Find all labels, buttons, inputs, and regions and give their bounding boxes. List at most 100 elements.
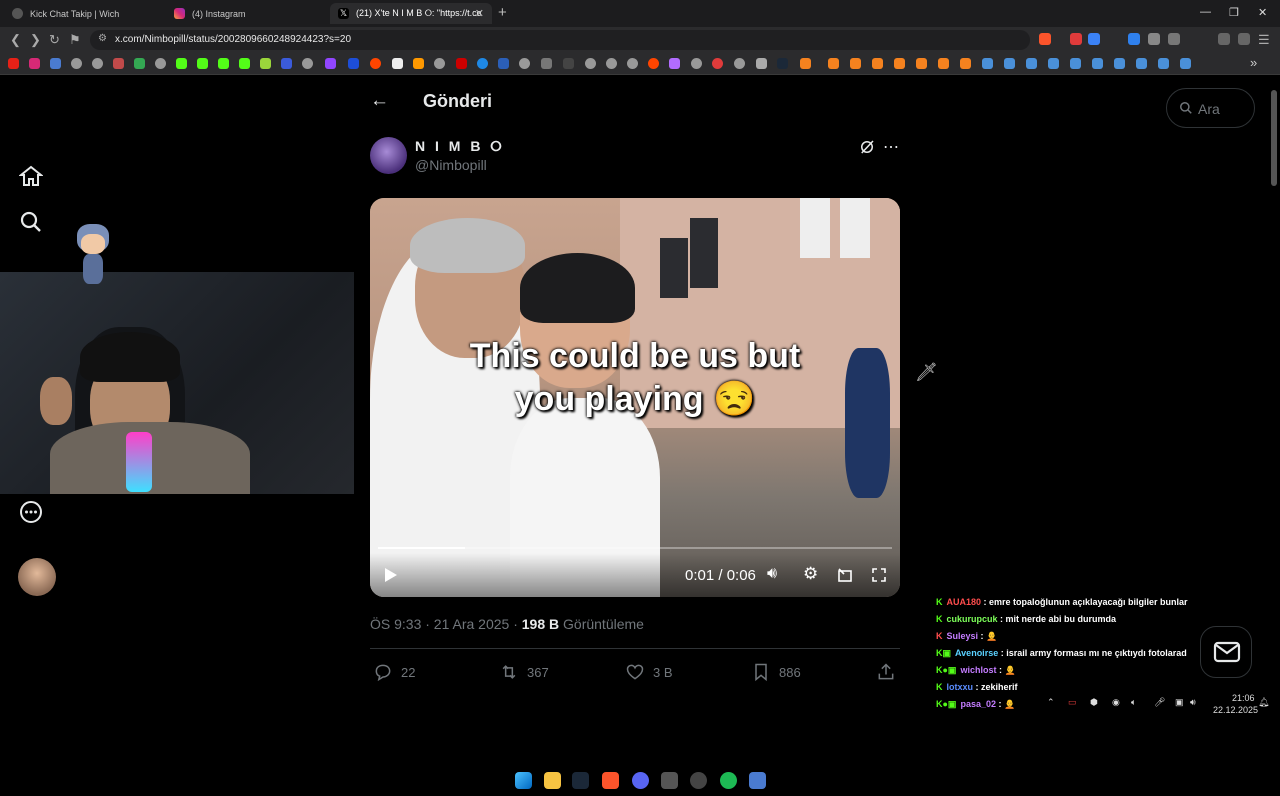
site-settings-icon[interactable]: ⚙ [98, 33, 107, 44]
bookmark-icon[interactable] [519, 58, 530, 69]
bookmark-icon[interactable] [456, 58, 467, 69]
steam-bookmark-icon[interactable] [1026, 58, 1037, 69]
bookmark-icon[interactable] [585, 58, 596, 69]
close-window-icon[interactable]: ✕ [1258, 6, 1267, 19]
messages-button[interactable] [1200, 626, 1252, 678]
bookmark-icon[interactable] [50, 58, 61, 69]
twitch-bookmark-icon[interactable] [325, 58, 336, 69]
bookmark-icon[interactable] [281, 58, 292, 69]
video-progress-track[interactable] [378, 547, 892, 549]
address-bar[interactable]: ⚙ x.com/Nimbopill/status/200280966024892… [90, 30, 1030, 50]
bookmark-icon[interactable] [392, 58, 403, 69]
steam-bookmark-icon[interactable] [1158, 58, 1169, 69]
tray-app-icon[interactable]: ⬢ [1090, 697, 1098, 708]
instagram-bookmark-icon[interactable] [29, 58, 40, 69]
tray-volume-icon[interactable]: 🔈︎ [1131, 697, 1136, 708]
reload-icon[interactable]: ↻ [49, 32, 60, 48]
author-handle[interactable]: @Nimbopill [415, 157, 487, 173]
maximize-icon[interactable]: ❐ [1229, 6, 1239, 19]
bookmark-icon[interactable] [938, 58, 949, 69]
bookmark-icon[interactable] [71, 58, 82, 69]
explore-search-icon[interactable] [19, 210, 43, 234]
bookmark-icon[interactable] [155, 58, 166, 69]
volume-icon[interactable]: 🔊︎ [767, 565, 777, 583]
app-taskbar-icon[interactable] [690, 772, 707, 789]
brave-taskbar-icon[interactable] [602, 772, 619, 789]
more-menu-icon[interactable]: ⋯ [883, 137, 899, 157]
app-taskbar-icon[interactable] [749, 772, 766, 789]
bookmark-icon[interactable] [434, 58, 445, 69]
bookmark-icon[interactable] [92, 58, 103, 69]
play-icon[interactable] [384, 567, 398, 583]
bookmark-icon[interactable] [302, 58, 313, 69]
bookmark-icon[interactable] [734, 58, 745, 69]
tab-instagram[interactable]: (4) Instagram [166, 3, 328, 24]
picture-in-picture-icon[interactable] [837, 567, 853, 583]
bookmark-icon[interactable] [669, 58, 680, 69]
bookmark-icon[interactable] [872, 58, 883, 69]
amazon-bookmark-icon[interactable] [413, 58, 424, 69]
notifications-icon[interactable]: 🔔︎ [1258, 697, 1269, 708]
bookmark-icon[interactable] [627, 58, 638, 69]
media-icon[interactable] [1238, 33, 1250, 45]
page-scrollbar[interactable] [1271, 90, 1277, 186]
kick-bookmark-icon[interactable] [176, 58, 187, 69]
steam-bookmark-icon[interactable] [1004, 58, 1015, 69]
steam-bookmark-icon[interactable] [1114, 58, 1125, 69]
back-arrow-icon[interactable]: ← [370, 90, 389, 112]
reddit-bookmark-icon[interactable] [648, 58, 659, 69]
kick-bookmark-icon[interactable] [239, 58, 250, 69]
file-explorer-icon[interactable] [544, 772, 561, 789]
reply-button[interactable]: 22 [373, 662, 415, 682]
bookmark-icon[interactable] [960, 58, 971, 69]
author-avatar[interactable] [370, 137, 407, 174]
downloads-icon[interactable] [1218, 33, 1230, 45]
bookmark-icon[interactable] [712, 58, 723, 69]
steam-bookmark-icon[interactable] [1048, 58, 1059, 69]
steam-bookmark-icon[interactable] [1092, 58, 1103, 69]
post-timestamp[interactable]: ÖS 9:33 · 21 Ara 2025 · [370, 616, 522, 632]
steam-bookmark-icon[interactable] [1070, 58, 1081, 69]
settings-gear-icon[interactable]: ⚙ [803, 564, 818, 584]
more-bookmarks-icon[interactable]: » [1250, 55, 1257, 70]
bookmark-icon[interactable] [800, 58, 811, 69]
minimize-icon[interactable]: — [1200, 6, 1211, 18]
bookmark-icon[interactable] [894, 58, 905, 69]
spotify-taskbar-icon[interactable] [720, 772, 737, 789]
steam-bookmark-icon[interactable] [1136, 58, 1147, 69]
bookmark-icon[interactable] [828, 58, 839, 69]
bookmark-icon[interactable] [498, 58, 509, 69]
bookmark-icon[interactable] [113, 58, 124, 69]
close-tab-icon[interactable]: ✕ [475, 7, 484, 20]
brave-shield-icon[interactable] [1039, 33, 1051, 45]
kick-bookmark-icon[interactable] [197, 58, 208, 69]
folder-icon[interactable] [756, 58, 767, 69]
tray-overflow-icon[interactable]: ⌃ [1047, 697, 1055, 708]
tray-steam-icon[interactable]: ◉ [1112, 697, 1120, 708]
reddit-bookmark-icon[interactable] [370, 58, 381, 69]
bookmark-icon[interactable] [916, 58, 927, 69]
fullscreen-icon[interactable] [871, 567, 887, 583]
bookmark-icon[interactable] [477, 58, 488, 69]
extension-icon[interactable] [1148, 33, 1160, 45]
tray-speaker-icon[interactable]: 🔊︎ [1190, 697, 1196, 708]
bookmark-icon[interactable] [541, 58, 552, 69]
steam-bookmark-icon[interactable] [982, 58, 993, 69]
back-icon[interactable]: ❮ [10, 32, 21, 48]
clock-date[interactable]: 22.12.2025 [1213, 705, 1258, 715]
steam-taskbar-icon[interactable] [572, 772, 589, 789]
youtube-bookmark-icon[interactable] [8, 58, 19, 69]
drive-bookmark-icon[interactable] [134, 58, 145, 69]
repost-button[interactable]: 367 [499, 662, 549, 682]
extension-icon[interactable] [1088, 33, 1100, 45]
forward-icon[interactable]: ❯ [30, 32, 41, 48]
extension-icon[interactable] [1128, 33, 1140, 45]
kick-bookmark-icon[interactable] [218, 58, 229, 69]
new-tab-icon[interactable]: + [498, 4, 507, 21]
bookmark-icon[interactable] [606, 58, 617, 69]
extension-icon[interactable] [1070, 33, 1082, 45]
more-options-icon[interactable] [19, 500, 43, 524]
grok-icon[interactable] [858, 138, 876, 156]
bookmark-button[interactable]: 886 [751, 662, 801, 682]
tab-x-post[interactable]: 𝕏 (21) X'te N I M B ⭘: "https://t.co ✕ [330, 3, 492, 24]
